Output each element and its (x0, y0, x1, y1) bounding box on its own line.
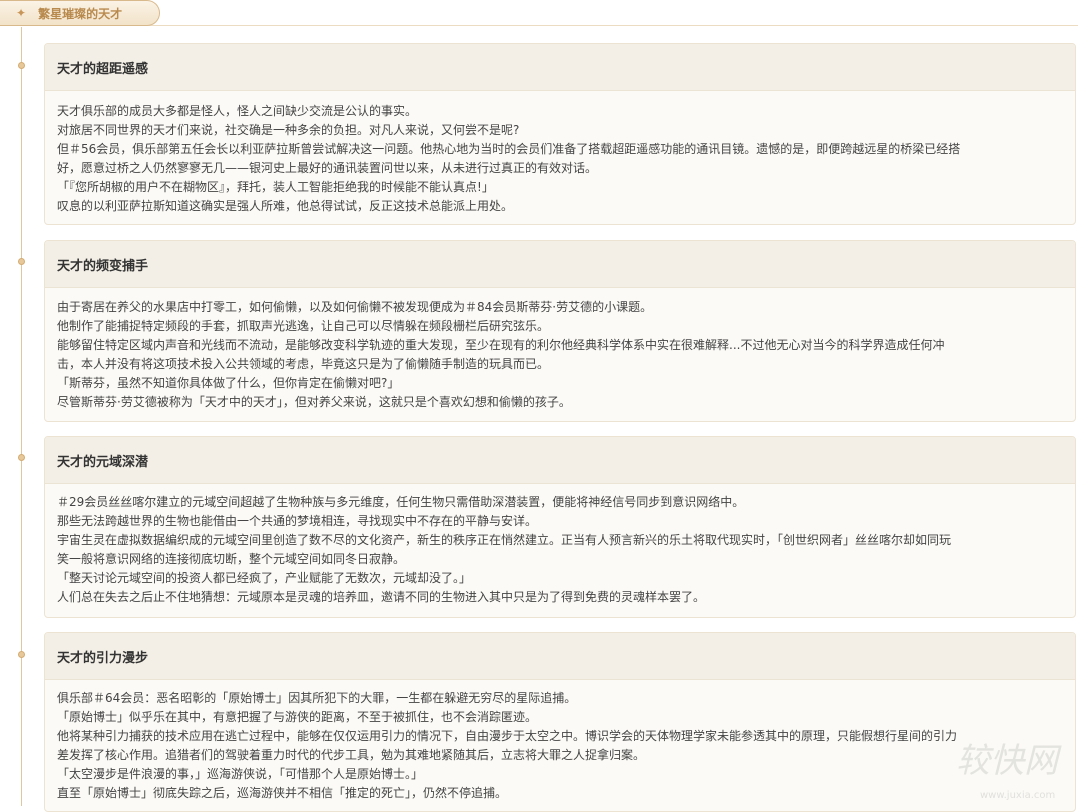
entry-title: 天才的元域深潜 (45, 437, 1075, 484)
entry-card-3: 天才的元域深潜 ＃29会员丝丝喀尔建立的元域空间超越了生物种族与多元维度，任何生… (44, 436, 1076, 618)
entry-line: 击，本人并没有将这项技术投入公共领域的考虑，毕竟这只是为了偷懒随手制造的玩具而已… (57, 357, 550, 371)
entry-line: 天才俱乐部的成员大多都是怪人，怪人之间缺少交流是公认的事实。 (57, 104, 418, 118)
entry-line: 他制作了能捕捉特定频段的手套，抓取声光逃逸，让自己可以尽情躲在频段栅栏后研究弦乐… (57, 319, 550, 333)
entry-line: 人们总在失去之后止不住地猜想：元域原本是灵魂的培养皿，邀请不同的生物进入其中只是… (57, 590, 706, 604)
entry-card-1: 天才的超距遥感 天才俱乐部的成员大多都是怪人，怪人之间缺少交流是公认的事实。 对… (44, 43, 1076, 225)
entry-line: 好，愿意过桥之人仍然寥寥无几——银河史上最好的通讯装置问世以来，从未进行过真正的… (57, 161, 598, 175)
tab-underline (0, 25, 1078, 26)
entry-title: 天才的超距遥感 (45, 44, 1075, 91)
entry-line: 「太空漫步是件浪漫的事，」巡海游侠说，「可惜那个人是原始博士。」 (57, 767, 424, 781)
entry-line: 笑一般将意识网络的连接彻底切断，整个元域空间如同冬日寂静。 (57, 552, 406, 566)
entry-line: 尽管斯蒂芬·劳艾德被称为「天才中的天才」，但对养父来说，这就只是个喜欢幻想和偷懒… (57, 395, 571, 409)
timeline-dot (18, 62, 25, 69)
entry-line: 直至「原始博士」彻底失踪之后，巡海游侠并不相信「推定的死亡」，仍然不停追捕。 (57, 786, 508, 800)
entry-line: 差发挥了核心作用。追猎者们的驾驶着重力时代的代步工具，勉为其难地紧随其后，立志将… (57, 748, 646, 762)
entry-line: 「斯蒂芬，虽然不知道你具体做了什么，但你肯定在偷懒对吧?」 (57, 376, 400, 390)
entry-line: 俱乐部＃64会员：恶名昭彰的「原始博士」因其所犯下的大罪，一生都在躲避无穷尽的星… (57, 691, 577, 705)
entry-title: 天才的频变捕手 (45, 241, 1075, 288)
section-tab[interactable]: ✦ 繁星璀璨的天才 (0, 0, 160, 26)
entry-card-4: 天才的引力漫步 俱乐部＃64会员：恶名昭彰的「原始博士」因其所犯下的大罪，一生都… (44, 632, 1076, 812)
entry-line: 「『您所胡椒的用户不在糊物区』，拜托，装人工智能拒绝我的时候能不能认真点!」 (57, 180, 494, 194)
entry-line: 叹息的以利亚萨拉斯知道这确实是强人所难，他总得试试，反正这技术总能派上用处。 (57, 199, 514, 213)
entry-line: ＃29会员丝丝喀尔建立的元域空间超越了生物种族与多元维度，任何生物只需借助深潜装… (57, 495, 745, 509)
timeline-dot (18, 258, 25, 265)
entry-line: 但＃56会员，俱乐部第五任会长以利亚萨拉斯曾尝试解决这一问题。他热心地为当时的会… (57, 142, 961, 156)
entry-line: 那些无法跨越世界的生物也能借由一个共通的梦境相连，寻找现实中不存在的平静与安详。 (57, 514, 538, 528)
timeline-dot (18, 454, 25, 461)
timeline-line (21, 27, 22, 806)
entry-line: 宇宙生灵在虚拟数据编织成的元域空间里创造了数不尽的文化资产，新生的秩序正在悄然建… (57, 533, 952, 547)
entry-line: 他将某种引力捕获的技术应用在逃亡过程中，能够在仅仅运用引力的情况下，自由漫步于太… (57, 729, 958, 743)
entry-line: 对旅居不同世界的天才们来说，社交确是一种多余的负担。对凡人来说，又何尝不是呢? (57, 123, 520, 137)
timeline-dot (18, 651, 25, 658)
entry-line: 由于寄居在养父的水果店中打零工，如何偷懒，以及如何偷懒不被发现便成为＃84会员斯… (57, 300, 653, 314)
entry-line: 「整天讨论元域空间的投资人都已经疯了，产业赋能了无数次，元域却没了。」 (57, 571, 472, 585)
star-icon: ✦ (16, 6, 27, 20)
entry-line: 「原始博士」似乎乐在其中，有意把握了与游侠的距离，不至于被抓住，也不会消踪匿迹。 (57, 710, 538, 724)
entry-line: 能够留住特定区域内声音和光线而不流动，是能够改变科学轨迹的重大发现，至少在现有的… (57, 338, 945, 352)
section-tab-label: 繁星璀璨的天才 (38, 6, 123, 21)
entry-card-2: 天才的频变捕手 由于寄居在养父的水果店中打零工，如何偷懒，以及如何偷懒不被发现便… (44, 240, 1076, 422)
entry-title: 天才的引力漫步 (45, 633, 1075, 680)
